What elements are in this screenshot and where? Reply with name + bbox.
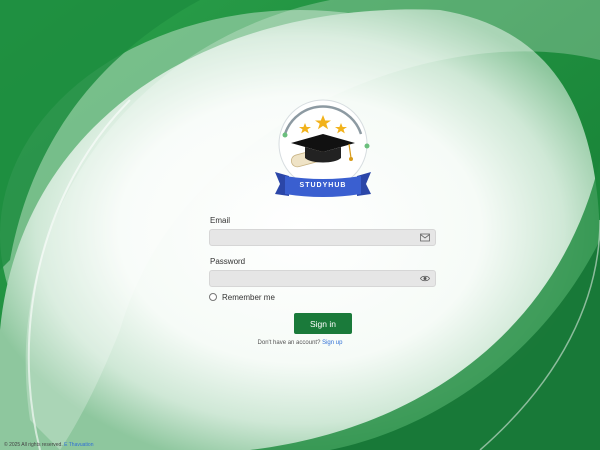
password-label: Password — [210, 257, 246, 266]
remember-me[interactable]: Remember me — [209, 292, 275, 302]
email-field[interactable] — [210, 230, 427, 245]
footer: © 2025 All rights reserved. E Thavuation — [4, 442, 93, 448]
password-field-wrapper — [209, 270, 436, 287]
login-panel: STUDYHUB Email Password Remember me Sign… — [0, 0, 600, 450]
email-label: Email — [210, 216, 231, 225]
email-field-wrapper — [209, 229, 436, 246]
footer-link[interactable]: E Thavuation — [64, 442, 93, 448]
sign-up-link[interactable]: Sign up — [322, 340, 342, 346]
signup-prompt: Don't have an account? — [257, 340, 321, 346]
remember-me-checkbox[interactable] — [209, 293, 217, 301]
eye-icon[interactable] — [420, 274, 430, 283]
signup-prompt-row: Don't have an account? Sign up — [0, 340, 600, 346]
copyright-text: © 2025 All rights reserved. — [4, 442, 63, 448]
remember-me-label: Remember me — [222, 292, 275, 302]
password-field[interactable] — [210, 271, 427, 286]
brand-name: STUDYHUB — [299, 182, 347, 189]
envelope-icon — [420, 233, 430, 242]
sign-in-button[interactable]: Sign in — [294, 313, 352, 334]
